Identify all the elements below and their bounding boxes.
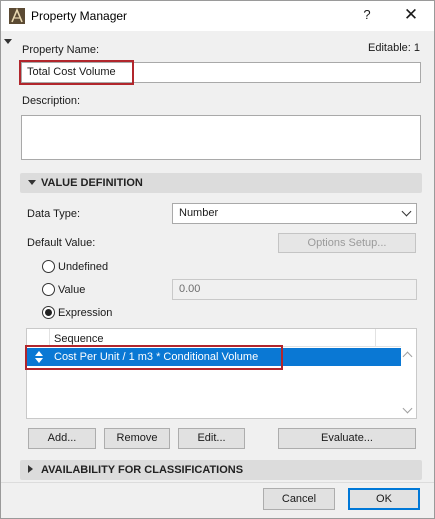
reorder-arrows-icon[interactable]	[35, 351, 43, 363]
availability-title: AVAILABILITY FOR CLASSIFICATIONS	[41, 464, 244, 476]
data-type-value: Number	[179, 207, 219, 219]
sequence-list[interactable]: Sequence Cost Per Unit / 1 m3 * Conditio…	[26, 328, 417, 419]
scroll-up-icon[interactable]	[402, 351, 413, 362]
window-title: Property Manager	[31, 9, 128, 23]
radio-value[interactable]	[42, 283, 55, 296]
value-definition-section-header[interactable]: VALUE DEFINITION	[20, 173, 422, 193]
data-type-label: Data Type:	[27, 208, 80, 220]
default-value-label: Default Value:	[27, 237, 96, 249]
description-label: Description:	[22, 95, 81, 107]
list-header: Sequence	[27, 329, 401, 347]
add-button[interactable]: Add...	[28, 428, 96, 449]
editable-count: Editable: 1	[368, 42, 420, 54]
radio-undefined-label[interactable]: Undefined	[58, 261, 108, 273]
expand-down-icon	[28, 180, 36, 185]
remove-button[interactable]: Remove	[104, 428, 170, 449]
description-textarea[interactable]	[21, 115, 421, 160]
edit-button[interactable]: Edit...	[178, 428, 245, 449]
help-button[interactable]: ?	[357, 5, 377, 25]
property-manager-dialog: Property Manager ? ✕ Property Name: Edit…	[0, 0, 435, 519]
column-divider	[375, 329, 376, 347]
scroll-down-icon[interactable]	[402, 403, 413, 414]
title-bar: Property Manager ? ✕	[1, 1, 434, 31]
ok-button[interactable]: OK	[348, 488, 420, 510]
chevron-down-icon	[401, 206, 412, 217]
data-type-select[interactable]: Number	[172, 203, 417, 224]
list-scrollbar[interactable]	[401, 348, 416, 418]
radio-expression-label[interactable]: Expression	[58, 307, 112, 319]
property-name-label: Property Name:	[22, 44, 100, 56]
footer-divider	[1, 482, 434, 483]
value-definition-title: VALUE DEFINITION	[41, 177, 143, 189]
archicad-app-icon	[9, 8, 25, 24]
sequence-column-header: Sequence	[54, 333, 104, 345]
cancel-button[interactable]: Cancel	[263, 488, 335, 510]
radio-expression[interactable]	[42, 306, 55, 319]
options-setup-button[interactable]: Options Setup...	[278, 233, 416, 253]
list-item[interactable]: Cost Per Unit / 1 m3 * Conditional Volum…	[27, 348, 401, 366]
value-input[interactable]: 0.00	[172, 279, 417, 300]
evaluate-button[interactable]: Evaluate...	[278, 428, 416, 449]
close-icon[interactable]: ✕	[401, 5, 421, 25]
property-name-input[interactable]: Total Cost Volume	[21, 62, 421, 83]
panel-collapse-icon[interactable]	[4, 39, 12, 44]
sequence-expression-text: Cost Per Unit / 1 m3 * Conditional Volum…	[54, 351, 259, 363]
column-divider	[49, 329, 50, 347]
radio-undefined[interactable]	[42, 260, 55, 273]
expand-right-icon	[28, 465, 33, 473]
radio-value-label[interactable]: Value	[58, 284, 85, 296]
availability-section-header[interactable]: AVAILABILITY FOR CLASSIFICATIONS	[20, 460, 422, 480]
